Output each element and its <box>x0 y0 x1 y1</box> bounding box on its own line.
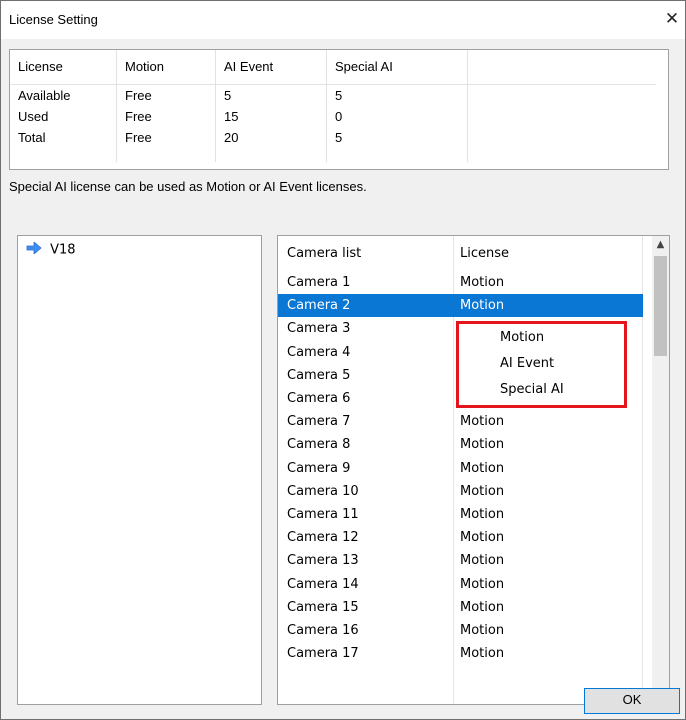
camera-license[interactable]: Motion <box>460 275 504 290</box>
ok-button[interactable]: OK <box>584 688 680 714</box>
table-cell: Free <box>116 84 216 106</box>
camera-license[interactable]: Motion <box>460 507 504 522</box>
table-row[interactable]: Camera 7 Motion <box>278 410 643 433</box>
license-row-used: Used Free 15 0 <box>10 106 656 127</box>
table-cell: 20 <box>215 127 327 148</box>
table-cell: 0 <box>326 106 468 127</box>
camera-license[interactable]: Motion <box>460 646 504 661</box>
table-cell: Used <box>10 106 117 127</box>
dropdown-option-special-ai[interactable]: Special AI <box>500 382 564 397</box>
table-row[interactable]: Camera 12 Motion <box>278 526 643 549</box>
camera-name: Camera 12 <box>287 530 359 546</box>
camera-name: Camera 11 <box>287 507 359 522</box>
license-dropdown-menu: Motion AI Event Special AI <box>456 321 627 408</box>
camera-name: Camera 16 <box>287 623 359 638</box>
license-table-header: License Motion AI Event Special AI <box>10 50 656 85</box>
camera-license[interactable]: Motion <box>460 623 504 638</box>
table-row[interactable]: Camera 15 Motion <box>278 596 643 619</box>
camera-list-header: Camera list License <box>278 236 655 271</box>
table-row-selected[interactable]: Camera 2 Motion <box>278 294 643 318</box>
camera-license[interactable]: Motion <box>460 414 504 429</box>
license-col-header[interactable]: License <box>460 246 509 261</box>
table-cell: Free <box>116 106 216 127</box>
dropdown-option-motion[interactable]: Motion <box>500 330 544 345</box>
scrollbar-thumb[interactable] <box>654 256 667 356</box>
license-col-header: License <box>10 50 117 85</box>
camera-license[interactable]: Motion <box>460 577 504 592</box>
scroll-up-icon[interactable]: ▲ <box>652 236 669 253</box>
table-row[interactable]: Camera 13 Motion <box>278 549 643 572</box>
table-cell: 15 <box>215 106 327 127</box>
camera-license-list: Camera list License Camera 1 Motion Camera… <box>277 235 670 705</box>
table-row[interactable]: Camera 14 Motion <box>278 573 643 596</box>
table-row[interactable]: Camera 16 Motion <box>278 619 643 642</box>
device-tree: V18 <box>17 235 262 705</box>
camera-name: Camera 10 <box>287 483 359 499</box>
camera-name: Camera 13 <box>287 553 359 569</box>
camera-license[interactable]: Motion <box>460 553 504 568</box>
special-ai-note: Special AI license can be used as Motion… <box>9 179 367 194</box>
camera-list-col-header[interactable]: Camera list <box>287 246 361 261</box>
camera-name: Camera 15 <box>287 599 359 615</box>
table-row[interactable]: Camera 8 Motion <box>278 433 643 456</box>
camera-name: Camera 4 <box>287 344 351 360</box>
table-cell: Available <box>10 84 117 106</box>
camera-name: Camera 1 <box>287 275 351 290</box>
camera-name: Camera 3 <box>287 321 351 337</box>
license-row-total: Total Free 20 5 <box>10 127 656 148</box>
camera-name: Camera 9 <box>287 460 351 476</box>
tree-item-v18[interactable]: V18 <box>26 241 76 258</box>
title-bar: License Setting ✕ <box>1 1 685 39</box>
tree-item-label: V18 <box>50 242 76 258</box>
table-row[interactable]: Camera 11 Motion <box>278 503 643 526</box>
camera-license[interactable]: Motion <box>460 600 504 615</box>
table-cell: 5 <box>215 84 327 106</box>
dialog-title: License Setting <box>9 12 98 27</box>
camera-license[interactable]: Motion <box>460 484 504 499</box>
camera-name: Camera 5 <box>287 367 351 383</box>
camera-license[interactable]: Motion <box>460 437 504 452</box>
table-cell: Free <box>116 127 216 148</box>
license-setting-dialog: License Setting ✕ License Motion AI Even… <box>0 0 686 720</box>
camera-license[interactable]: Motion <box>460 530 504 545</box>
camera-license[interactable]: Motion <box>460 461 504 476</box>
license-row-available: Available Free 5 5 <box>10 84 656 106</box>
table-row[interactable]: Camera 9 Motion <box>278 457 643 480</box>
camera-name: Camera 8 <box>287 437 351 453</box>
camera-license[interactable]: Motion <box>460 298 504 313</box>
table-row[interactable]: Camera 17 Motion <box>278 642 643 665</box>
ai-event-col-header: AI Event <box>215 50 327 85</box>
dropdown-option-ai-event[interactable]: AI Event <box>500 356 554 371</box>
table-cell: 5 <box>326 127 468 148</box>
camera-name: Camera 7 <box>287 414 351 430</box>
table-row[interactable]: Camera 10 Motion <box>278 480 643 503</box>
table-cell: Total <box>10 127 117 148</box>
scrollbar[interactable]: ▲ ▼ <box>652 236 669 704</box>
camera-name: Camera 6 <box>287 391 351 406</box>
camera-name: Camera 17 <box>287 646 359 662</box>
table-cell: 5 <box>326 84 468 106</box>
table-row[interactable]: Camera 1 Motion <box>278 271 643 294</box>
special-ai-col-header: Special AI <box>326 50 468 85</box>
license-summary-table: License Motion AI Event Special AI Avail… <box>9 49 669 170</box>
motion-col-header: Motion <box>116 50 216 85</box>
close-icon[interactable]: ✕ <box>661 8 683 30</box>
camera-name: Camera 2 <box>287 298 351 314</box>
camera-name: Camera 14 <box>287 576 359 592</box>
arrow-right-icon <box>26 241 42 258</box>
